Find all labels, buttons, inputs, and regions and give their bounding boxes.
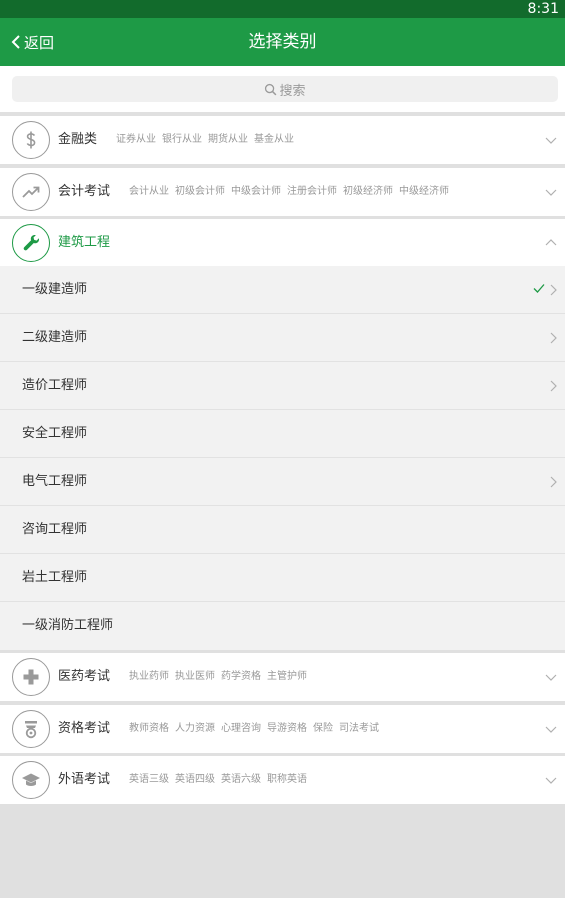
tag: 英语六级	[221, 774, 261, 785]
search-area: 搜索	[0, 66, 565, 112]
chevron-down-icon	[545, 726, 557, 733]
tag: 英语四级	[175, 774, 215, 785]
category-finance[interactable]: 金融类 证券从业 银行从业 期货从业 基金从业	[0, 116, 565, 164]
list-item[interactable]: 一级建造师	[0, 266, 565, 314]
chevron-right-icon	[550, 476, 557, 488]
category-medical[interactable]: 医药考试 执业药师 执业医师 药学资格 主管护师	[0, 653, 565, 701]
trend-up-icon	[22, 186, 40, 198]
search-input[interactable]: 搜索	[12, 76, 558, 102]
category-tags: 英语三级 英语四级 英语六级 职称英语	[129, 756, 313, 804]
list-item[interactable]: 岩土工程师	[0, 554, 565, 602]
category-icon-wrap	[12, 710, 50, 748]
category-tags: 执业药师 执业医师 药学资格 主管护师	[129, 653, 313, 701]
tag: 初级经济师	[343, 186, 393, 197]
category-name: 金融类	[58, 132, 98, 147]
tag: 药学资格	[221, 671, 261, 682]
category-icon-wrap	[12, 658, 50, 696]
category-tags: 教师资格 人力资源 心理咨询 导游资格 保险 司法考试	[129, 705, 385, 753]
tag: 执业药师	[129, 671, 169, 682]
chevron-down-icon	[545, 674, 557, 681]
category-construction[interactable]: 建筑工程	[0, 219, 565, 267]
tag: 教师资格	[129, 723, 169, 734]
category-name: 资格考试	[58, 721, 111, 736]
tag: 保险	[313, 723, 333, 734]
list-item[interactable]: 安全工程师	[0, 410, 565, 458]
category-qualification[interactable]: 资格考试 教师资格 人力资源 心理咨询 导游资格 保险 司法考试	[0, 705, 565, 753]
list-item[interactable]: 造价工程师	[0, 362, 565, 410]
chevron-up-icon	[545, 239, 557, 246]
tag: 主管护师	[267, 671, 307, 682]
search-icon	[265, 83, 277, 95]
empty-background	[0, 804, 565, 898]
list-item-label: 咨询工程师	[22, 522, 88, 537]
tag: 英语三级	[129, 774, 169, 785]
list-item-label: 安全工程师	[22, 426, 88, 441]
tag: 司法考试	[339, 723, 379, 734]
medical-cross-icon	[23, 669, 39, 685]
list-item-label: 电气工程师	[22, 474, 88, 489]
tag: 中级会计师	[231, 186, 281, 197]
category-foreign-language[interactable]: 外语考试 英语三级 英语四级 英语六级 职称英语	[0, 756, 565, 804]
category-name: 建筑工程	[58, 235, 111, 250]
category-name: 医药考试	[58, 669, 111, 684]
construction-sub-list: 一级建造师 二级建造师 造价工程师 安全工程师 电气工程师 咨询工程师 岩土工程…	[0, 266, 565, 650]
tag: 注册会计师	[287, 186, 337, 197]
check-icon	[533, 284, 545, 293]
chevron-right-icon	[550, 380, 557, 392]
dollar-icon	[26, 131, 36, 149]
category-icon-wrap	[12, 761, 50, 799]
app-bar: 返回 选择类别	[0, 18, 565, 66]
tag: 银行从业	[162, 134, 202, 145]
graduation-cap-icon	[22, 773, 40, 786]
search-placeholder: 搜索	[279, 83, 306, 99]
tag: 基金从业	[254, 134, 294, 145]
page-title: 选择类别	[248, 32, 317, 52]
list-item[interactable]: 一级消防工程师	[0, 602, 565, 650]
list-item-label: 一级建造师	[22, 282, 88, 297]
tag: 人力资源	[175, 723, 215, 734]
category-tags: 会计从业 初级会计师 中级会计师 注册会计师 初级经济师 中级经济师	[129, 168, 455, 216]
chevron-right-icon	[550, 284, 557, 296]
chevron-down-icon	[545, 189, 557, 196]
chevron-right-icon	[550, 332, 557, 344]
category-icon-wrap	[12, 173, 50, 211]
tag: 心理咨询	[221, 723, 261, 734]
category-name: 外语考试	[58, 772, 111, 787]
list-item[interactable]: 二级建造师	[0, 314, 565, 362]
list-item-label: 一级消防工程师	[22, 618, 114, 633]
badge-icon	[25, 721, 37, 739]
tag: 初级会计师	[175, 186, 225, 197]
list-item-label: 岩土工程师	[22, 570, 88, 585]
chevron-down-icon	[545, 137, 557, 144]
tag: 执业医师	[175, 671, 215, 682]
category-accounting[interactable]: 会计考试 会计从业 初级会计师 中级会计师 注册会计师 初级经济师 中级经济师	[0, 168, 565, 216]
list-item-label: 二级建造师	[22, 330, 88, 345]
list-item-label: 造价工程师	[22, 378, 88, 393]
tag: 期货从业	[208, 134, 248, 145]
tag: 中级经济师	[399, 186, 449, 197]
category-icon-wrap	[12, 121, 50, 159]
list-item[interactable]: 咨询工程师	[0, 506, 565, 554]
chevron-down-icon	[545, 777, 557, 784]
tag: 会计从业	[129, 186, 169, 197]
status-time: 8:31	[527, 1, 559, 17]
category-icon-wrap	[12, 224, 50, 262]
tag: 职称英语	[267, 774, 307, 785]
status-bar: 8:31	[0, 0, 565, 18]
list-item[interactable]: 电气工程师	[0, 458, 565, 506]
category-name: 会计考试	[58, 184, 111, 199]
tag: 导游资格	[267, 723, 307, 734]
category-tags: 证券从业 银行从业 期货从业 基金从业	[116, 116, 300, 164]
wrench-icon	[23, 235, 40, 251]
tag: 证券从业	[116, 134, 156, 145]
